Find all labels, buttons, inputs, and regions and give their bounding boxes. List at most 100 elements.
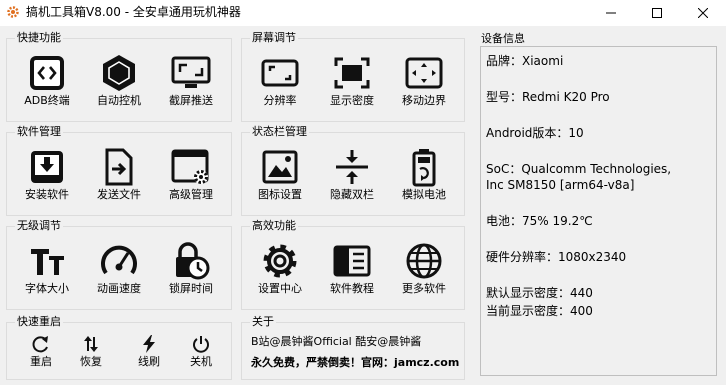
recovery-button[interactable]: 恢复 [69, 334, 113, 374]
tool-label: 分辨率 [263, 94, 297, 107]
app-gear-icon [7, 6, 19, 18]
adb-terminal-button[interactable]: ADB终端 [15, 53, 79, 123]
group-title: 状态栏管理 [250, 124, 309, 140]
display-density-button[interactable]: 显示密度 [320, 53, 384, 123]
device-panel-scrollbar[interactable] [702, 47, 716, 375]
resolution-button[interactable]: 分辨率 [248, 53, 312, 123]
minimize-icon [606, 12, 616, 14]
simulate-battery-button[interactable]: 模拟电池 [392, 147, 456, 217]
device-hardware-resolution: 硬件分辨率：1080x2340 [486, 250, 627, 264]
flash-icon [143, 335, 155, 353]
minimize-button[interactable] [588, 0, 634, 26]
gear-icon [263, 244, 297, 278]
group-screen-adjust: 屏幕调节 分辨率 显示密度 移动边界 [241, 30, 465, 123]
fullscreen-icon [334, 57, 370, 89]
group-title: 高效功能 [250, 218, 298, 234]
tool-label: 字体大小 [25, 282, 69, 295]
tool-label: 发送文件 [97, 188, 141, 201]
image-icon [262, 150, 298, 184]
title-bar: 搞机工具箱V8.00 - 全安卓通用玩机神器 [0, 0, 726, 26]
tool-label: 隐藏双栏 [330, 188, 374, 201]
tool-label: 软件教程 [330, 282, 374, 295]
icon-settings-button[interactable]: 图标设置 [248, 147, 312, 217]
group-statusbar-management: 状态栏管理 图标设置 隐藏双栏 模拟电池 [241, 124, 465, 217]
flash-button[interactable]: 线刷 [127, 334, 171, 374]
recovery-icon [84, 336, 98, 352]
close-button[interactable] [680, 0, 726, 26]
group-efficient-functions: 高效功能 设置中心 软件教程 更多软件 [241, 218, 465, 311]
device-current-density: 当前显示密度：400 [486, 304, 593, 318]
tool-label: 图标设置 [258, 188, 302, 201]
font-size-button[interactable]: 字体大小 [15, 241, 79, 311]
move-border-button[interactable]: 移动边界 [392, 53, 456, 123]
group-title: 软件管理 [15, 124, 63, 140]
group-title: 无级调节 [15, 218, 63, 234]
restart-icon [32, 336, 48, 353]
window-title: 搞机工具箱V8.00 - 全安卓通用玩机神器 [26, 5, 241, 19]
tool-label: 自动控机 [97, 94, 141, 107]
install-app-button[interactable]: 安装软件 [15, 147, 79, 217]
tool-label: 模拟电池 [402, 188, 446, 201]
move-border-icon [405, 57, 443, 89]
lock-screen-time-button[interactable]: 锁屏时间 [159, 241, 223, 311]
tool-label: 动画速度 [97, 282, 141, 295]
hide-dual-bar-button[interactable]: 隐藏双栏 [320, 147, 384, 217]
group-about: 关于 B站@晨钟酱Official 酷安@晨钟酱 永久免费，严禁倒卖！官网：ja… [241, 314, 465, 380]
about-credits: B站@晨钟酱Official 酷安@晨钟酱 [251, 335, 422, 348]
animation-speed-button[interactable]: 动画速度 [87, 241, 151, 311]
auto-control-button[interactable]: 自动控机 [87, 53, 151, 123]
device-info-panel[interactable]: 品牌：Xiaomi 型号：Redmi K20 Pro Android版本：10 … [480, 46, 717, 376]
device-brand: 品牌：Xiaomi [486, 54, 564, 68]
software-tutorial-button[interactable]: 软件教程 [320, 241, 384, 311]
split-bar-icon [336, 150, 368, 184]
device-battery: 电池：75% 19.2℃ [486, 214, 593, 228]
power-icon [193, 336, 209, 353]
tool-label: 高级管理 [169, 188, 213, 201]
tool-label: 锁屏时间 [169, 282, 213, 295]
maximize-button[interactable] [634, 0, 680, 26]
tool-label: 截屏推送 [169, 94, 213, 107]
device-soc-line1: SoC：Qualcomm Technologies, [486, 162, 672, 176]
tool-label: ADB终端 [24, 94, 70, 107]
globe-icon [406, 243, 442, 279]
client-area: 快捷功能 ADB终端 自动控机 截屏推送 屏幕调节 分辨率 显示密度 移动边界 … [0, 26, 726, 385]
close-icon [698, 8, 708, 18]
speedometer-icon [101, 245, 137, 275]
send-file-button[interactable]: 发送文件 [87, 147, 151, 217]
battery-icon [412, 149, 436, 187]
group-quick-functions: 快捷功能 ADB终端 自动控机 截屏推送 [6, 30, 232, 123]
install-icon [31, 151, 63, 183]
more-software-button[interactable]: 更多软件 [392, 241, 456, 311]
font-size-icon [31, 249, 64, 275]
maximize-icon [652, 8, 662, 18]
group-title: 关于 [250, 314, 276, 330]
group-quick-reboot: 快速重启 重启 恢复 线刷 关机 [6, 314, 232, 380]
power-off-button[interactable]: 关机 [179, 334, 223, 374]
code-terminal-icon [30, 56, 64, 90]
device-model: 型号：Redmi K20 Pro [486, 90, 610, 104]
hexagon-icon [103, 55, 135, 91]
about-website[interactable]: 永久免费，严禁倒卖！官网：jamcz.com [251, 356, 459, 370]
tool-label: 安装软件 [25, 188, 69, 201]
tool-label: 恢复 [80, 355, 102, 368]
device-info-title: 设备信息 [481, 32, 525, 45]
tool-label: 重启 [30, 355, 52, 368]
screenshot-push-button[interactable]: 截屏推送 [159, 53, 223, 123]
group-stepless-adjust: 无级调节 字体大小 动画速度 锁屏时间 [6, 218, 232, 311]
book-icon [333, 245, 371, 277]
group-title: 快速重启 [15, 314, 63, 330]
advanced-settings-icon [171, 149, 209, 184]
tool-label: 线刷 [138, 355, 160, 368]
settings-center-button[interactable]: 设置中心 [248, 241, 312, 311]
tool-label: 更多软件 [402, 282, 446, 295]
group-title: 屏幕调节 [250, 30, 298, 46]
advanced-management-button[interactable]: 高级管理 [159, 147, 223, 217]
device-android-version: Android版本：10 [486, 126, 584, 140]
send-file-icon [105, 148, 133, 186]
tool-label: 设置中心 [258, 282, 302, 295]
reboot-button[interactable]: 重启 [19, 334, 63, 374]
device-default-density: 默认显示密度：440 [486, 286, 593, 300]
device-soc-line2: Inc SM8150 [arm64-v8a] [486, 178, 635, 192]
resolution-icon [261, 59, 299, 87]
group-title: 快捷功能 [15, 30, 63, 46]
